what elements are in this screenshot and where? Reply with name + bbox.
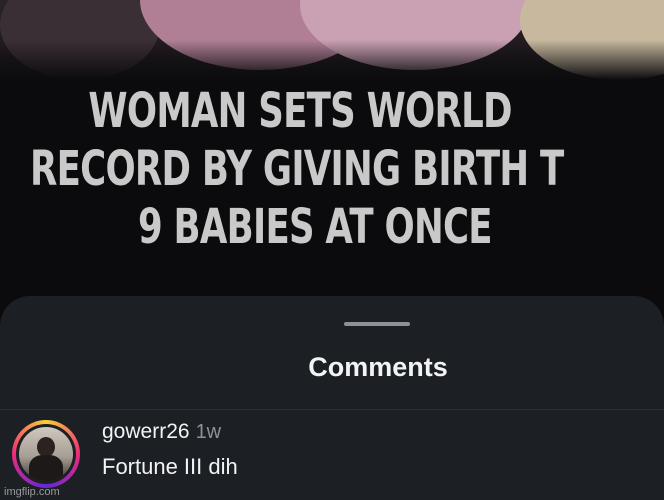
avatar[interactable] [16, 424, 76, 484]
avatar-story-ring[interactable] [12, 420, 80, 488]
sheet-grabber-handle[interactable] [344, 322, 410, 326]
comment-username[interactable]: gowerr26 [102, 420, 190, 443]
divider [0, 409, 664, 410]
watermark: imgflip.com [4, 486, 60, 498]
comments-title: Comments [308, 352, 448, 382]
comment-item: gowerr26 1w Fortune III dih [0, 416, 664, 500]
headline-line-3: 9 BABIES AT ONCE [137, 199, 493, 255]
comments-sheet: Comments gowerr26 1w Fortune III dih [0, 296, 664, 500]
video-headline: WOMAN SETS WORLD RECORD BY GIVING BIRTH … [30, 82, 564, 256]
comment-header: gowerr26 1w [102, 420, 221, 444]
headline-line-1: WOMAN SETS WORLD [88, 83, 512, 139]
video-thumbnail [0, 0, 664, 80]
comment-timestamp: 1w [195, 421, 222, 443]
avatar-image [19, 427, 73, 481]
comment-text: Fortune III dih [102, 454, 238, 479]
headline-line-2: RECORD BY GIVING BIRTH T [30, 141, 564, 197]
video-area[interactable]: WOMAN SETS WORLD RECORD BY GIVING BIRTH … [0, 0, 664, 320]
